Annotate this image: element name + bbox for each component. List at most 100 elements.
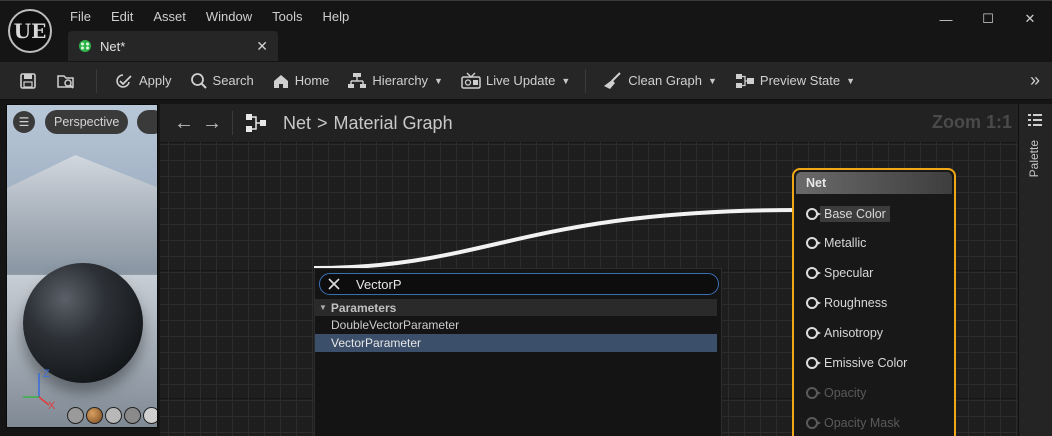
toolbar-overflow-icon[interactable]: »: [1030, 70, 1040, 91]
apply-check-icon: [116, 73, 132, 88]
result-double-vector-parameter[interactable]: DoubleVectorParameter: [315, 316, 717, 334]
pin-icon: [806, 387, 821, 399]
category-label: Parameters: [330, 300, 397, 315]
search-box[interactable]: [319, 273, 719, 295]
preview-state-button[interactable]: Preview State ▼: [726, 67, 864, 95]
window-controls: — ☐ ✕: [936, 9, 1040, 29]
toolbar-separator: [96, 68, 97, 93]
graph-header: ← → Net > Material Graph Zoom 1:1: [160, 104, 1018, 142]
breadcrumb-root[interactable]: Net: [283, 113, 311, 134]
result-vector-parameter[interactable]: VectorParameter: [315, 334, 717, 352]
menu-bar: File Edit Asset Window Tools Help: [60, 7, 359, 26]
unreal-logo-icon[interactable]: UE: [8, 9, 52, 53]
pin-icon: [806, 208, 821, 220]
pin-label: Emissive Color: [824, 356, 908, 370]
maximize-button[interactable]: ☐: [978, 9, 998, 29]
preview-state-icon: [735, 73, 754, 88]
pin-icon: [806, 297, 821, 309]
tab-label: Net*: [100, 38, 126, 54]
home-icon: [273, 74, 288, 88]
live-update-label: Live Update: [485, 73, 556, 88]
back-arrow-icon[interactable]: ←: [170, 112, 198, 135]
pin-label: Anisotropy: [824, 326, 884, 340]
clean-graph-label: Clean Graph: [628, 73, 702, 88]
close-window-button[interactable]: ✕: [1020, 9, 1040, 29]
hierarchy-button[interactable]: Hierarchy ▼: [338, 67, 452, 95]
broom-icon: [604, 71, 621, 89]
preview-state-label: Preview State: [759, 73, 841, 88]
pin-label: Opacity: [824, 386, 867, 400]
pin-emissive-color[interactable]: Emissive Color: [806, 356, 907, 370]
palette-panel-tab[interactable]: Palette: [1018, 104, 1052, 436]
menu-tools[interactable]: Tools: [262, 7, 312, 26]
perspective-button[interactable]: Perspective: [45, 110, 129, 134]
category-parameters[interactable]: ▼ Parameters: [315, 299, 717, 316]
palette-label: Palette: [1027, 140, 1041, 178]
menu-window[interactable]: Window: [196, 7, 262, 26]
header-separator: [232, 111, 233, 135]
title-bar: UE File Edit Asset Window Tools Help — ☐…: [0, 0, 1052, 62]
pin-label: Opacity Mask: [824, 416, 900, 430]
axis-x-label: X: [48, 400, 56, 411]
cylinder-shape-icon[interactable]: [67, 407, 84, 424]
folder-search-icon: [57, 74, 74, 89]
clean-graph-button[interactable]: Clean Graph ▼: [594, 67, 726, 95]
chevron-down-icon: ▼: [708, 75, 717, 86]
menu-file[interactable]: File: [60, 7, 101, 26]
zoom-level: Zoom 1:1: [931, 112, 1012, 132]
node-title: Net: [796, 172, 952, 194]
menu-help[interactable]: Help: [312, 7, 359, 26]
pin-anisotropy[interactable]: Anisotropy: [806, 326, 883, 340]
menu-edit[interactable]: Edit: [101, 7, 143, 26]
material-icon: [79, 40, 91, 52]
hierarchy-label: Hierarchy: [372, 73, 429, 88]
preview-viewport[interactable]: ☰ Perspective Z X: [6, 104, 158, 428]
pin-label: Metallic: [824, 236, 867, 250]
hierarchy-icon: [348, 72, 367, 88]
breadcrumb-leaf: Material Graph: [333, 112, 453, 133]
forward-arrow-icon[interactable]: →: [198, 112, 226, 135]
toolbar: Apply Search Home Hierarchy ▼ Live Updat…: [0, 62, 1052, 100]
pin-metallic[interactable]: Metallic: [806, 236, 866, 250]
tab-net[interactable]: Net* ✕: [68, 31, 278, 61]
sphere-shape-icon[interactable]: [86, 407, 103, 424]
tab-close-icon[interactable]: ✕: [256, 38, 268, 55]
plane-shape-icon[interactable]: [105, 407, 122, 424]
search-button[interactable]: Search: [181, 67, 263, 95]
collapse-arrow-icon: ▼: [319, 303, 327, 312]
pin-icon: [806, 357, 821, 369]
search-icon: [190, 72, 207, 89]
pin-icon: [806, 417, 821, 429]
pin-specular[interactable]: Specular: [806, 266, 873, 280]
live-update-button[interactable]: Live Update ▼: [452, 67, 579, 95]
viewport-lit-button[interactable]: [137, 110, 157, 134]
pin-label: Specular: [824, 266, 874, 280]
browse-button[interactable]: [52, 67, 80, 95]
home-button[interactable]: Home: [263, 67, 339, 95]
search-input[interactable]: [356, 276, 656, 292]
menu-asset[interactable]: Asset: [143, 7, 196, 26]
teapot-shape-icon[interactable]: [143, 407, 157, 424]
pin-icon: [806, 267, 821, 279]
material-result-node[interactable]: Net Base Color Metallic Specular Roughne…: [792, 168, 956, 436]
graph-icon: [246, 114, 266, 132]
apply-button[interactable]: Apply: [105, 67, 181, 95]
minimize-button[interactable]: —: [936, 9, 956, 29]
pin-opacity: Opacity: [806, 386, 866, 400]
material-graph[interactable]: ← → Net > Material Graph Zoom 1:1 Net Ba…: [160, 104, 1018, 436]
cube-shape-icon[interactable]: [124, 407, 141, 424]
toolbar-separator: [585, 68, 587, 93]
pin-label: Base Color: [820, 206, 890, 222]
axis-z-label: Z: [43, 368, 50, 380]
breadcrumb-separator: >: [317, 112, 328, 133]
viewport-menu-icon[interactable]: ☰: [13, 111, 35, 133]
clear-search-icon[interactable]: [326, 276, 342, 292]
save-button[interactable]: [14, 67, 42, 95]
pin-base-color[interactable]: Base Color: [806, 206, 890, 222]
pin-opacity-mask: Opacity Mask: [806, 416, 900, 430]
save-icon: [20, 72, 36, 89]
pin-roughness[interactable]: Roughness: [806, 296, 887, 310]
chevron-down-icon: ▼: [434, 75, 443, 86]
axis-gizmo-icon: Z X: [23, 368, 56, 411]
home-label: Home: [294, 73, 330, 88]
